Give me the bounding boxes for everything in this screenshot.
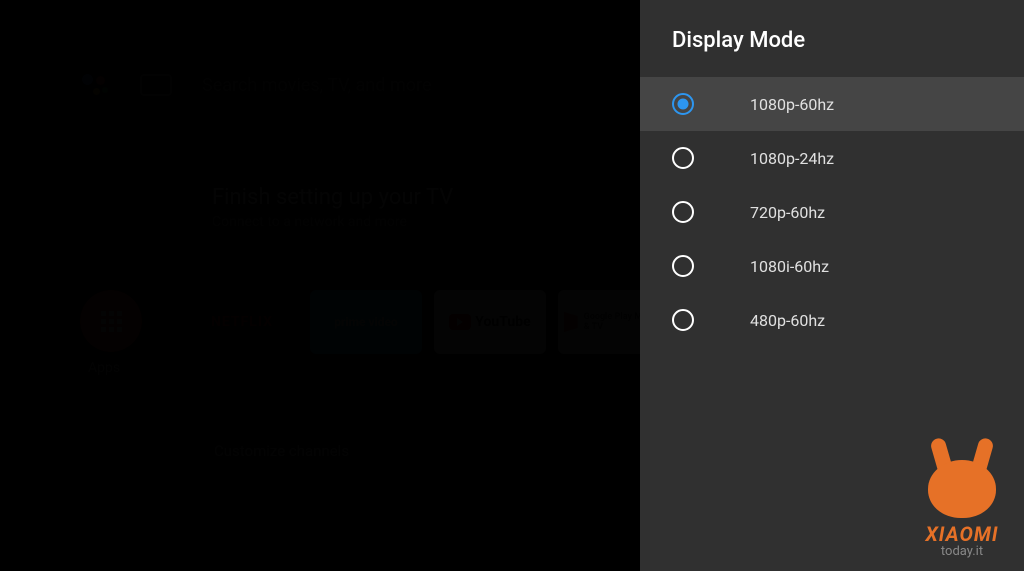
xiaomi-bunny-icon	[912, 438, 1012, 518]
radio-unchecked-icon	[672, 255, 694, 277]
dim-overlay	[0, 0, 640, 571]
option-label: 720p-60hz	[750, 203, 825, 222]
radio-unchecked-icon	[672, 309, 694, 331]
radio-checked-icon	[672, 93, 694, 115]
watermark-brand: XIAOMI	[925, 522, 998, 546]
display-mode-options: 1080p-60hz 1080p-24hz 720p-60hz 1080i-60…	[640, 77, 1024, 347]
option-720p-60hz[interactable]: 720p-60hz	[640, 185, 1024, 239]
radio-unchecked-icon	[672, 147, 694, 169]
panel-title: Display Mode	[640, 0, 1024, 77]
option-1080i-60hz[interactable]: 1080i-60hz	[640, 239, 1024, 293]
option-1080p-60hz[interactable]: 1080p-60hz	[640, 77, 1024, 131]
option-label: 1080p-24hz	[750, 149, 834, 168]
option-label: 1080p-60hz	[750, 95, 834, 114]
watermark-site: today.it	[941, 544, 983, 559]
radio-unchecked-icon	[672, 201, 694, 223]
option-1080p-24hz[interactable]: 1080p-24hz	[640, 131, 1024, 185]
option-label: 1080i-60hz	[750, 257, 829, 276]
option-label: 480p-60hz	[750, 311, 825, 330]
watermark: XIAOMI today.it	[912, 438, 1012, 559]
option-480p-60hz[interactable]: 480p-60hz	[640, 293, 1024, 347]
